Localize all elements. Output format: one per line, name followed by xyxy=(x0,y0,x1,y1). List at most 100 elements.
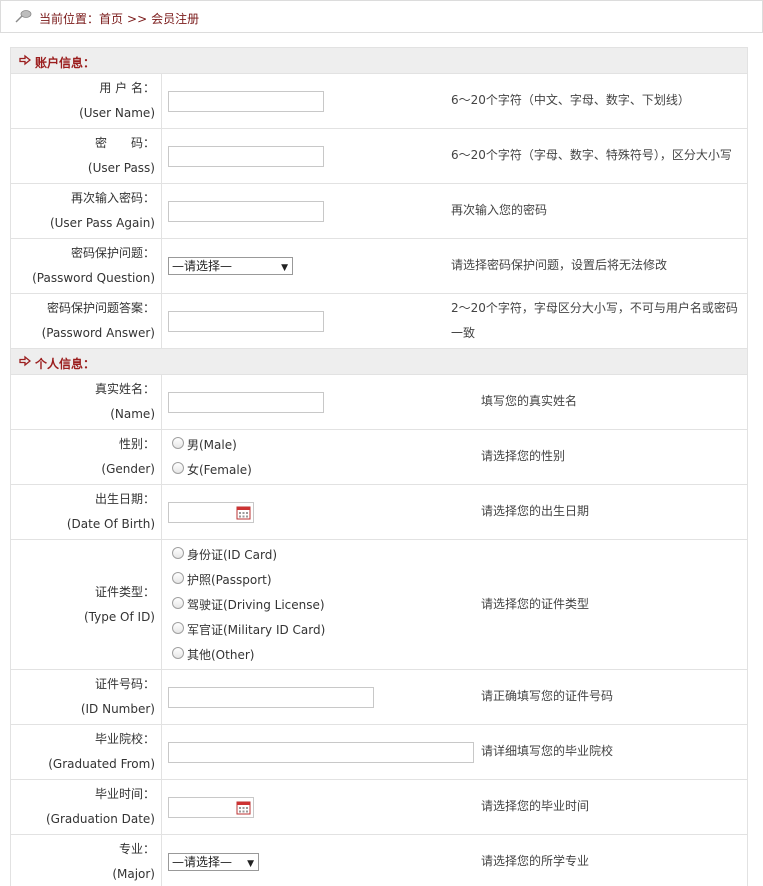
username-label: 用 户 名： (User Name) xyxy=(11,74,162,128)
breadcrumb-bar: 当前位置：首页 >> 会员注册 xyxy=(0,0,763,33)
password-question-label-cn: 密码保护问题： xyxy=(70,246,155,260)
id-type-radio-passport[interactable]: 护照(Passport) xyxy=(172,567,325,592)
school-label-cn: 毕业院校： xyxy=(94,732,155,746)
row-password-question: 密码保护问题： (Password Question) —请选择— ▼ 请选择密… xyxy=(11,239,747,294)
breadcrumb-prefix: 当前位置： xyxy=(39,12,100,26)
birth-label-cn: 出生日期： xyxy=(94,492,155,506)
school-label-en: (Graduated From) xyxy=(48,757,155,771)
password-again-label-en: (User Pass Again) xyxy=(49,216,155,230)
id-type-option-label: 护照(Passport) xyxy=(187,573,272,587)
password-answer-hint-line2: 一致 xyxy=(451,326,476,340)
school-hint: 请详细填写您的毕业院校 xyxy=(481,744,614,758)
id-type-option-label: 其他(Other) xyxy=(187,648,255,662)
name-hint: 填写您的真实姓名 xyxy=(481,394,578,408)
gender-label: 性别： (Gender) xyxy=(11,430,162,484)
id-type-radio-group: 身份证(ID Card) 护照(Passport) 驾驶证(Driving Li… xyxy=(172,542,325,667)
row-name: 真实姓名： (Name) 填写您的真实姓名 xyxy=(11,375,747,430)
radio-circle-icon[interactable] xyxy=(172,597,184,609)
gender-radio-group: 男(Male) 女(Female) xyxy=(172,432,252,482)
birth-label-en: (Date Of Birth) xyxy=(66,517,155,531)
grad-date-hint: 请选择您的毕业时间 xyxy=(481,799,590,813)
row-password: 密 码： (User Pass) 6～20个字符（字母、数字、特殊符号），区分大… xyxy=(11,129,747,184)
password-label-cn: 密 码： xyxy=(94,136,155,150)
grad-date-label-en: (Graduation Date) xyxy=(45,812,155,826)
radio-circle-icon[interactable] xyxy=(172,462,184,474)
radio-circle-icon[interactable] xyxy=(172,572,184,584)
username-hint: 6～20个字符（中文、字母、数字、下划线） xyxy=(451,93,690,107)
password-question-select[interactable]: —请选择— ▼ xyxy=(168,257,293,275)
password-answer-input[interactable] xyxy=(168,311,324,332)
id-type-radio-military-id[interactable]: 军官证(Military ID Card) xyxy=(172,617,325,642)
id-number-input[interactable] xyxy=(168,687,374,708)
id-type-radio-driving-license[interactable]: 驾驶证(Driving License) xyxy=(172,592,325,617)
section-personal-title: 个人信息： xyxy=(35,357,96,371)
row-birth-date: 出生日期： (Date Of Birth) 请选择您的出生日期 xyxy=(11,485,747,540)
password-answer-hint-line1: 2～20个字符，字母区分大小写，不可与用户名或密码 xyxy=(451,301,738,315)
gender-label-en: (Gender) xyxy=(101,462,155,476)
school-input[interactable] xyxy=(168,742,474,763)
gender-option-label: 男(Male) xyxy=(187,438,237,452)
major-label-cn: 专业： xyxy=(118,842,155,856)
password-input[interactable] xyxy=(168,146,324,167)
gender-option-label: 女(Female) xyxy=(187,463,252,477)
password-label-en: (User Pass) xyxy=(87,161,155,175)
name-label-cn: 真实姓名： xyxy=(94,382,155,396)
section-account-header: 账户信息： xyxy=(11,48,747,74)
id-type-radio-other[interactable]: 其他(Other) xyxy=(172,642,325,667)
caret-down-icon: ▼ xyxy=(247,859,254,869)
password-hint: 6～20个字符（字母、数字、特殊符号），区分大小写 xyxy=(451,148,732,162)
breadcrumb-current: 会员注册 xyxy=(151,12,200,26)
id-type-option-label: 身份证(ID Card) xyxy=(187,548,278,562)
breadcrumb-home-link[interactable]: 首页 xyxy=(99,12,123,26)
row-major: 专业： (Major) —请选择— ▼ 请选择您的所学专业 xyxy=(11,835,747,886)
radio-circle-icon[interactable] xyxy=(172,647,184,659)
name-input[interactable] xyxy=(168,392,324,413)
username-label-en: (User Name) xyxy=(79,106,155,120)
school-label: 毕业院校： (Graduated From) xyxy=(11,725,162,779)
radio-circle-icon[interactable] xyxy=(172,622,184,634)
id-type-radio-id-card[interactable]: 身份证(ID Card) xyxy=(172,542,325,567)
grad-date-input[interactable] xyxy=(168,797,254,818)
row-username: 用 户 名： (User Name) 6～20个字符（中文、字母、数字、下划线） xyxy=(11,74,747,129)
id-number-hint: 请正确填写您的证件号码 xyxy=(481,689,614,703)
password-answer-label-en: (Password Answer) xyxy=(41,326,155,340)
row-school: 毕业院校： (Graduated From) 请详细填写您的毕业院校 xyxy=(11,725,747,780)
password-again-input[interactable] xyxy=(168,201,324,222)
password-again-label-cn: 再次输入密码： xyxy=(70,191,155,205)
arrow-right-icon xyxy=(19,355,31,367)
id-type-option-label: 驾驶证(Driving License) xyxy=(187,598,325,612)
birth-date-input[interactable] xyxy=(168,502,254,523)
id-number-label-en: (ID Number) xyxy=(80,702,155,716)
grad-date-label-cn: 毕业时间： xyxy=(94,787,155,801)
gender-radio-male[interactable]: 男(Male) xyxy=(172,432,252,457)
name-label: 真实姓名： (Name) xyxy=(11,375,162,429)
birth-label: 出生日期： (Date Of Birth) xyxy=(11,485,162,539)
birth-hint: 请选择您的出生日期 xyxy=(481,504,590,518)
calendar-icon[interactable] xyxy=(236,800,251,815)
gender-radio-female[interactable]: 女(Female) xyxy=(172,457,252,482)
radio-circle-icon[interactable] xyxy=(172,437,184,449)
calendar-icon[interactable] xyxy=(236,505,251,520)
id-number-label-cn: 证件号码： xyxy=(94,677,155,691)
name-label-en: (Name) xyxy=(110,407,155,421)
section-account-title: 账户信息： xyxy=(35,56,96,70)
major-hint: 请选择您的所学专业 xyxy=(481,854,590,868)
radio-circle-icon[interactable] xyxy=(172,547,184,559)
username-label-cn: 用 户 名： xyxy=(99,81,155,95)
arrow-right-icon xyxy=(19,54,31,66)
row-password-again: 再次输入密码： (User Pass Again) 再次输入您的密码 xyxy=(11,184,747,239)
id-type-label-en: (Type Of ID) xyxy=(83,609,155,624)
gender-hint: 请选择您的性别 xyxy=(481,449,566,463)
password-question-label-en: (Password Question) xyxy=(32,271,155,285)
id-type-option-label: 军官证(Military ID Card) xyxy=(187,623,326,637)
section-personal-header: 个人信息： xyxy=(11,349,747,375)
major-label-en: (Major) xyxy=(112,867,155,881)
breadcrumb-separator: >> xyxy=(127,12,148,26)
gender-label-cn: 性别： xyxy=(118,437,155,451)
id-number-label: 证件号码： (ID Number) xyxy=(11,670,162,724)
row-id-type: 证件类型： (Type Of ID) 身份证(ID Card) 护照(Passp… xyxy=(11,540,747,670)
username-input[interactable] xyxy=(168,91,324,112)
major-select[interactable]: —请选择— ▼ xyxy=(168,853,259,871)
id-type-label: 证件类型： (Type Of ID) xyxy=(11,540,162,669)
major-label: 专业： (Major) xyxy=(11,835,162,886)
